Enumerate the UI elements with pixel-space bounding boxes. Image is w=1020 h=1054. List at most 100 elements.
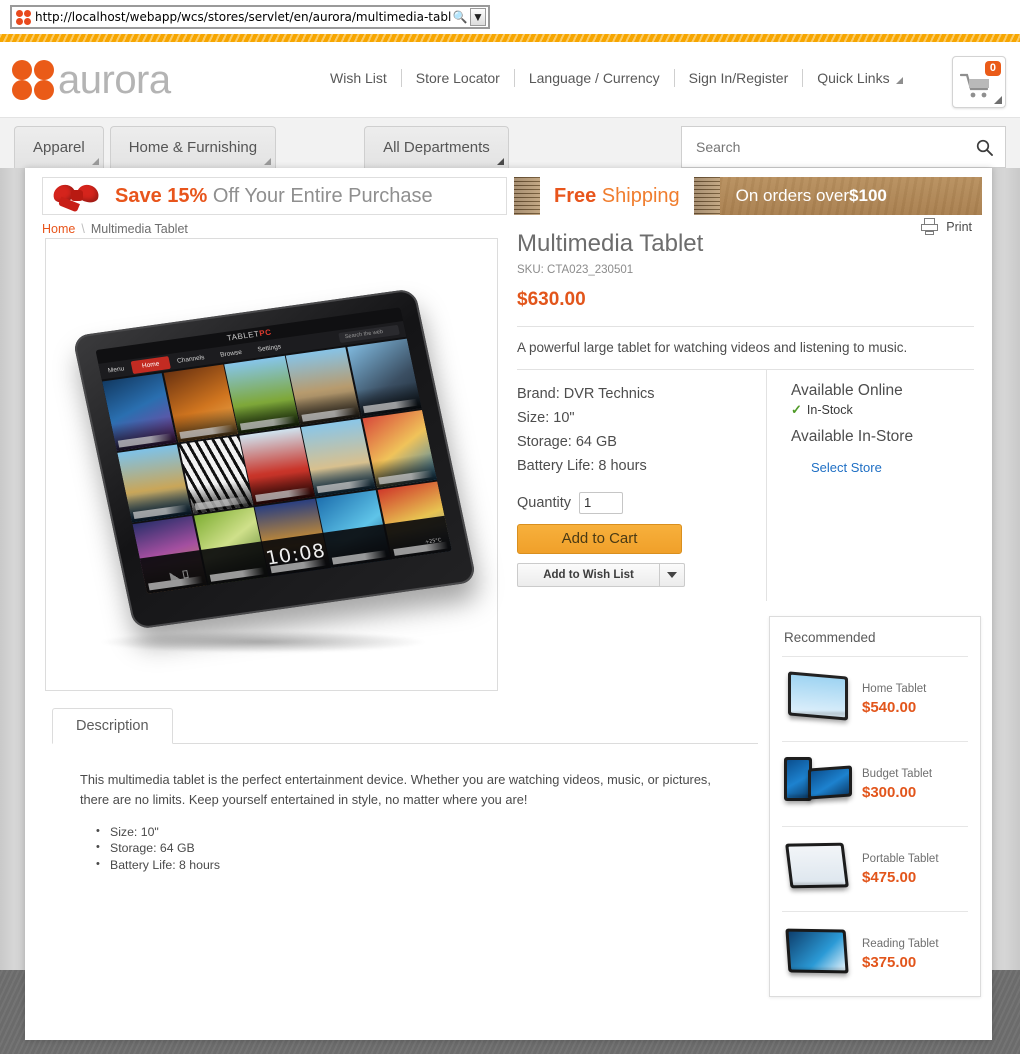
aurora-logo[interactable]: aurora bbox=[12, 57, 171, 102]
product-image-multimedia-tablet[interactable]: TABLETPC Menu Home Channels Browse Setti… bbox=[72, 288, 477, 630]
dept-tab-all-departments[interactable]: All Departments bbox=[364, 126, 509, 168]
promo-shipping-strong: Free bbox=[554, 184, 597, 207]
product-attribute-battery: Battery Life: 8 hours bbox=[517, 457, 647, 474]
url-text[interactable]: http://localhost/webapp/wcs/stores/servl… bbox=[35, 10, 452, 24]
add-to-wish-list-button[interactable]: Add to Wish List bbox=[517, 562, 660, 587]
browser-url-bar: http://localhost/webapp/wcs/stores/servl… bbox=[0, 0, 1020, 34]
wish-list-dropdown-button[interactable] bbox=[660, 562, 685, 587]
breadcrumb-home[interactable]: Home bbox=[42, 222, 75, 236]
chevron-corner-icon bbox=[91, 158, 99, 165]
promo-banners: Save 15% Off Your Entire Purchase Free S… bbox=[42, 177, 982, 215]
promo-shipping-banner[interactable]: Free Shipping On orders over $100 bbox=[514, 177, 982, 215]
recommended-item-price: $540.00 bbox=[862, 698, 917, 716]
dept-tab-apparel[interactable]: Apparel bbox=[14, 126, 104, 168]
recommended-panel: Recommended Home Tablet $540.00 Budget T… bbox=[769, 616, 981, 997]
home-tablet-thumb bbox=[782, 668, 854, 730]
product-image-box[interactable]: TABLETPC Menu Home Channels Browse Setti… bbox=[45, 238, 498, 691]
available-instore-heading: Available In-Store bbox=[791, 427, 914, 445]
dept-tab-home-furnishing[interactable]: Home & Furnishing bbox=[109, 126, 277, 168]
promo-shipping-rest: Shipping bbox=[596, 184, 680, 207]
stock-status: ✓ In-Stock bbox=[791, 402, 974, 418]
recommended-item-reading-tablet[interactable]: Reading Tablet $375.00 bbox=[782, 911, 968, 996]
description-bullet: Storage: 64 GB bbox=[96, 840, 730, 857]
quantity-input[interactable] bbox=[579, 491, 623, 514]
tablet-nav-home: Home bbox=[130, 355, 171, 374]
available-online-heading: Available Online bbox=[791, 381, 903, 399]
search-box[interactable] bbox=[681, 126, 1006, 168]
promo-save-strong: Save 15% bbox=[115, 184, 208, 207]
tablet-screen: TABLETPC Menu Home Channels Browse Setti… bbox=[95, 307, 452, 594]
page-frame: Save 15% Off Your Entire Purchase Free S… bbox=[0, 168, 1020, 1054]
promo-shipping-detail-amount: $100 bbox=[849, 186, 887, 205]
nav-store-locator[interactable]: Store Locator bbox=[402, 70, 514, 86]
promo-shipping-detail-text: On orders over bbox=[735, 186, 850, 205]
promo-save-banner[interactable]: Save 15% Off Your Entire Purchase bbox=[42, 177, 507, 215]
portable-tablet-thumb bbox=[782, 838, 854, 900]
aurora-logo-icon bbox=[12, 59, 54, 100]
tablet-nav-menu: Menu bbox=[107, 364, 125, 375]
promo-shipping-detail: On orders over $100 bbox=[720, 177, 982, 215]
tape-strip-icon bbox=[514, 177, 540, 215]
nav-quick-links[interactable]: Quick Links bbox=[803, 70, 916, 86]
page-left-gutter bbox=[0, 168, 25, 970]
product-price: $630.00 bbox=[517, 288, 586, 310]
breadcrumb-separator: \ bbox=[81, 222, 85, 236]
recommended-item-home-tablet[interactable]: Home Tablet $540.00 bbox=[782, 656, 968, 741]
search-icon[interactable] bbox=[976, 139, 993, 156]
search-input[interactable] bbox=[694, 138, 976, 156]
orange-accent-bar bbox=[0, 34, 1020, 42]
product-attribute-brand: Brand: DVR Technics bbox=[517, 385, 655, 402]
tab-description[interactable]: Description bbox=[52, 708, 173, 744]
chevron-corner-icon bbox=[895, 77, 903, 84]
recommended-item-name: Budget Tablet bbox=[862, 767, 933, 780]
nav-wish-list[interactable]: Wish List bbox=[330, 70, 401, 86]
page-content: Save 15% Off Your Entire Purchase Free S… bbox=[25, 168, 992, 1040]
add-to-cart-button[interactable]: Add to Cart bbox=[517, 523, 682, 554]
product-short-description: A powerful large tablet for watching vid… bbox=[517, 339, 908, 355]
breadcrumb: Home \ Multimedia Tablet bbox=[42, 222, 188, 236]
aurora-logo-text: aurora bbox=[58, 57, 171, 102]
tablet-brand-text: TABLET bbox=[226, 329, 261, 343]
nav-language-currency[interactable]: Language / Currency bbox=[515, 70, 674, 86]
recommended-item-portable-tablet[interactable]: Portable Tablet $475.00 bbox=[782, 826, 968, 911]
recommended-title: Recommended bbox=[784, 630, 876, 645]
description-bullet: Battery Life: 8 hours bbox=[96, 857, 730, 874]
availability-panel: Available Online ✓ In-Stock Available In… bbox=[767, 370, 974, 601]
cart-expand-icon[interactable] bbox=[994, 96, 1002, 104]
url-input-container[interactable]: http://localhost/webapp/wcs/stores/servl… bbox=[10, 5, 490, 29]
tablet-brand-accent: PC bbox=[258, 327, 273, 339]
purchase-row: Brand: DVR Technics Size: 10" Storage: 6… bbox=[517, 368, 974, 601]
url-search-icon[interactable]: 🔍 bbox=[452, 8, 468, 26]
product-info-column: Multimedia Tablet SKU: CTA023_230501 $63… bbox=[517, 230, 974, 601]
site-favicon-icon bbox=[16, 9, 31, 25]
tablet-shadow bbox=[98, 631, 428, 653]
promo-save-rest: Off Your Entire Purchase bbox=[207, 184, 433, 207]
recommended-item-price: $475.00 bbox=[862, 868, 917, 886]
chevron-corner-icon bbox=[496, 158, 504, 165]
nav-sign-in-register[interactable]: Sign In/Register bbox=[675, 70, 803, 86]
select-store-link[interactable]: Select Store bbox=[811, 460, 974, 475]
nav-quick-links-label: Quick Links bbox=[817, 70, 890, 86]
product-attribute-storage: Storage: 64 GB bbox=[517, 433, 617, 450]
recommended-item-price: $375.00 bbox=[862, 953, 917, 971]
mini-cart-button[interactable]: 0 bbox=[952, 56, 1006, 108]
caret-down-icon bbox=[667, 571, 677, 578]
url-dropdown-icon[interactable]: ▼ bbox=[470, 8, 486, 26]
description-bullet: Size: 10" bbox=[96, 824, 730, 841]
purchase-options: Brand: DVR Technics Size: 10" Storage: 6… bbox=[517, 369, 767, 601]
chevron-corner-icon bbox=[264, 158, 272, 165]
page-right-gutter bbox=[992, 168, 1020, 970]
breadcrumb-current: Multimedia Tablet bbox=[90, 222, 188, 236]
stock-status-label: In-Stock bbox=[806, 402, 853, 417]
tablet-nav-channels: Channels bbox=[176, 353, 206, 365]
product-attribute-size: Size: 10" bbox=[517, 409, 575, 426]
recommended-item-budget-tablet[interactable]: Budget Tablet $300.00 bbox=[782, 741, 968, 826]
recommended-item-info: Portable Tablet $475.00 bbox=[854, 853, 939, 886]
dept-tab-apparel-label: Apparel bbox=[33, 139, 85, 156]
recommended-item-name: Portable Tablet bbox=[862, 852, 939, 865]
green-check-icon: ✓ bbox=[791, 401, 802, 417]
description-section: Description This multimedia tablet is th… bbox=[52, 708, 758, 873]
reading-tablet-thumb bbox=[782, 923, 854, 985]
quantity-label: Quantity bbox=[517, 494, 571, 511]
cart-count-badge: 0 bbox=[984, 61, 1001, 76]
